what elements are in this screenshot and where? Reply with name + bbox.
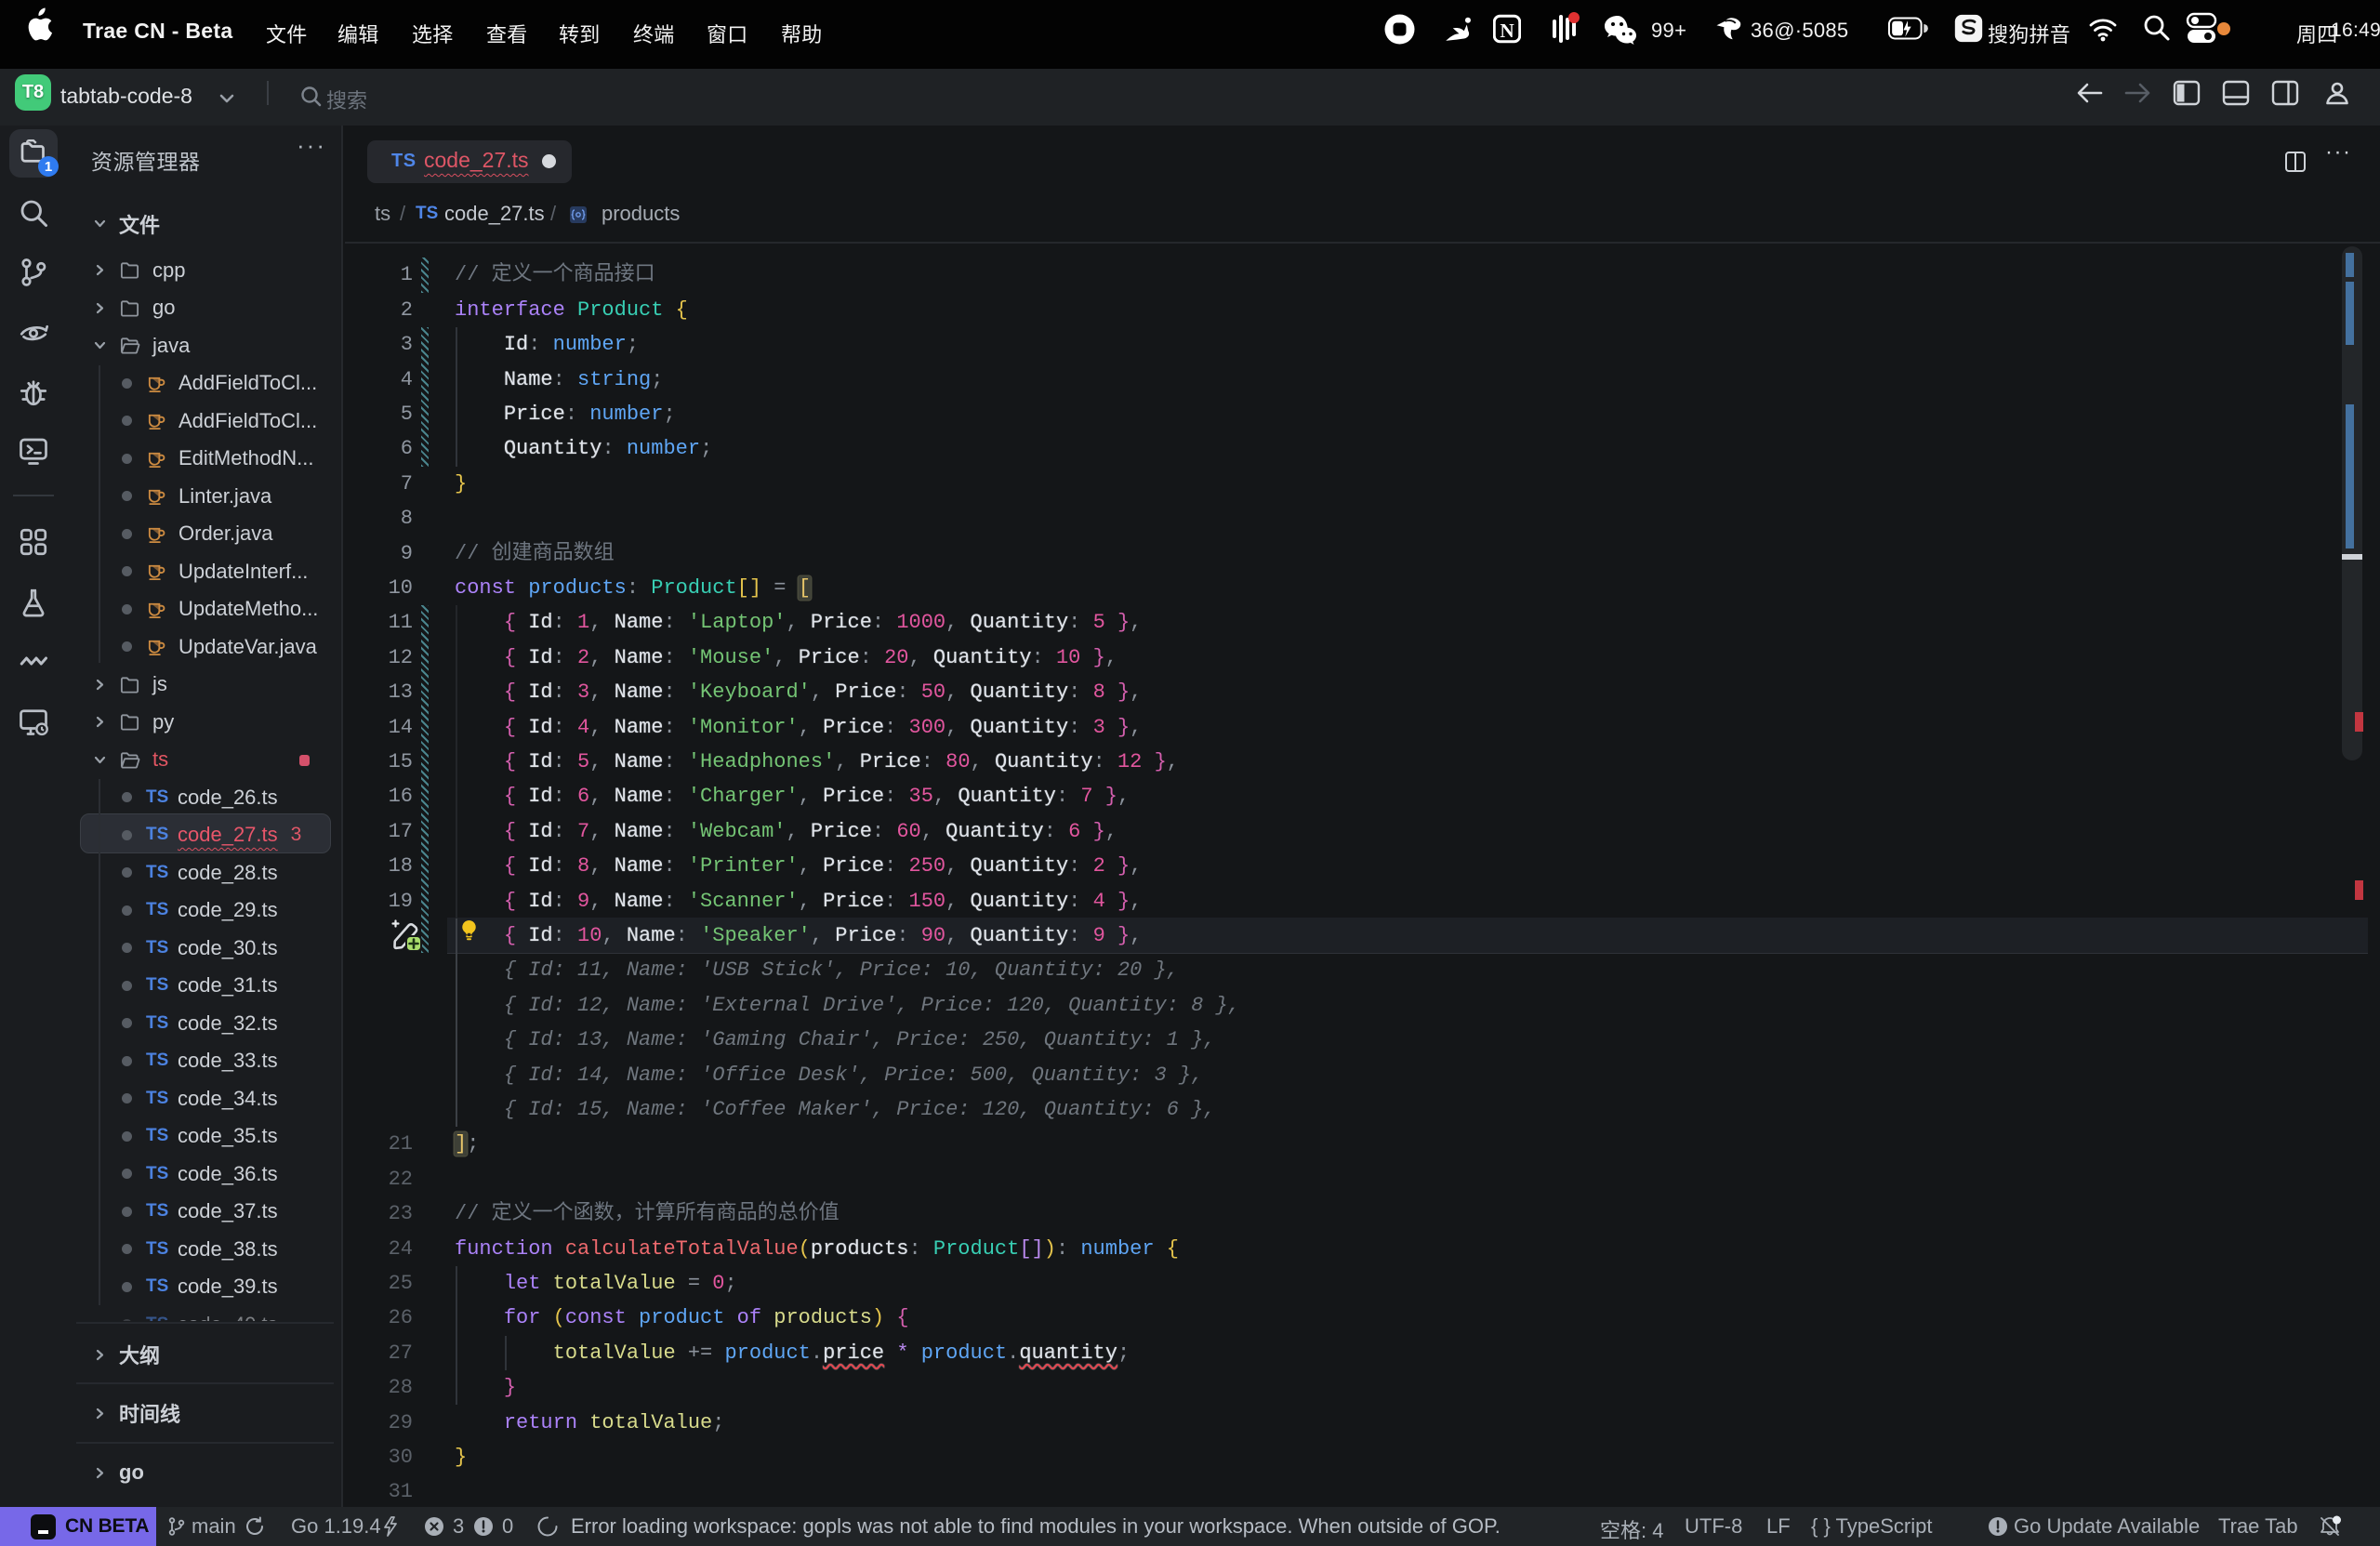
svg-text:1: 1 [45,159,52,175]
svg-text:N: N [1500,20,1514,42]
